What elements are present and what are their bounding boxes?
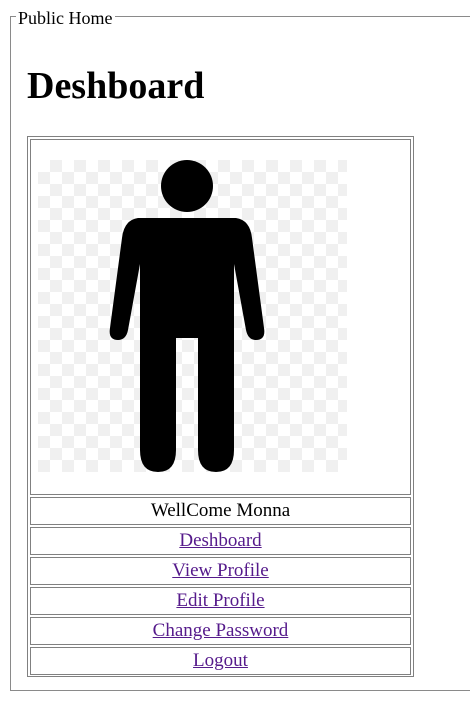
- welcome-text: WellCome Monna: [150, 500, 291, 521]
- nav-cell-logout: Logout: [30, 647, 411, 675]
- nav-cell-change-password: Change Password: [30, 617, 411, 645]
- edit-profile-link[interactable]: Edit Profile: [176, 590, 264, 611]
- nav-cell-edit-profile: Edit Profile: [30, 587, 411, 615]
- welcome-cell: WellCome Monna: [30, 497, 411, 525]
- person-icon: [109, 160, 265, 472]
- dashboard-table: WellCome Monna Deshboard View Profile Ed…: [27, 136, 414, 677]
- logout-link[interactable]: Logout: [193, 650, 248, 671]
- view-profile-link[interactable]: View Profile: [172, 560, 268, 581]
- dashboard-link[interactable]: Deshboard: [179, 530, 261, 551]
- profile-photo: [38, 160, 347, 472]
- change-password-link[interactable]: Change Password: [153, 620, 289, 641]
- nav-cell-view-profile: View Profile: [30, 557, 411, 585]
- profile-photo-cell: [30, 139, 411, 495]
- nav-cell-dashboard: Deshboard: [30, 527, 411, 555]
- fieldset-legend: Public Home: [16, 8, 115, 28]
- page-title: Deshboard: [27, 65, 205, 107]
